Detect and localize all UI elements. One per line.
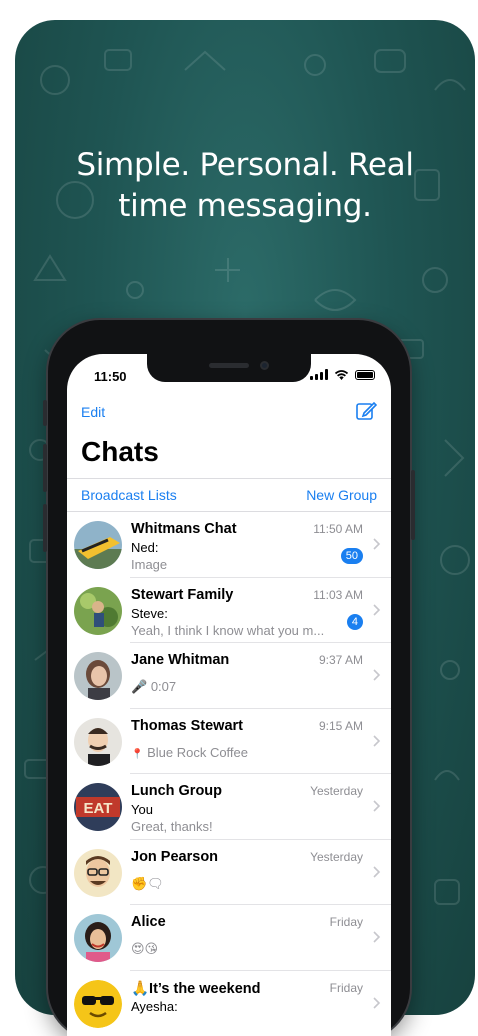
headline: Simple. Personal. Real time messaging.: [15, 145, 475, 227]
chevron-right-icon: [373, 800, 381, 812]
system-icons: [310, 369, 375, 380]
chat-sender: Steve:: [131, 605, 168, 621]
microphone-icon: 🎤: [131, 679, 148, 694]
chevron-right-icon: [373, 603, 381, 616]
unread-badge: 4: [346, 613, 363, 630]
compose-icon[interactable]: [355, 400, 377, 422]
new-group-link[interactable]: New Group: [306, 487, 377, 503]
location-pin-icon: 📍: [131, 748, 144, 760]
avatar: [74, 848, 122, 897]
chat-name: Lunch Group: [131, 783, 223, 799]
wifi-icon: [334, 370, 349, 380]
chat-preview: Image: [131, 557, 168, 572]
chat-preview: Great, thanks!: [131, 819, 213, 834]
chat-row-its-the-weekend[interactable]: 🙏It’s the weekend Friday Ayesha:: [67, 971, 391, 1036]
chat-time: 11:03 AM: [313, 587, 363, 602]
speaker: [209, 363, 249, 368]
chat-name: Jane Whitman: [131, 652, 230, 668]
chat-name: Alice: [131, 914, 166, 930]
status-time: 11:50: [94, 369, 127, 384]
chat-name: Stewart Family: [131, 586, 234, 603]
broadcast-lists-link[interactable]: Broadcast Lists: [81, 487, 177, 503]
volume-down-button: [43, 504, 47, 552]
avatar: [74, 521, 122, 569]
chat-row-lunch-group[interactable]: EAT Lunch Group Yesterday You Great, tha…: [67, 774, 391, 840]
chat-time: Yesterday: [310, 849, 363, 864]
chevron-right-icon: [373, 865, 381, 878]
chat-row-jane-whitman[interactable]: Jane Whitman 9:37 AM 🎤 0:07: [67, 643, 391, 709]
chat-row-stewart-family[interactable]: Stewart Family 11:03 AM Steve: Yeah, I t…: [67, 578, 391, 643]
chat-name: Thomas Stewart: [131, 717, 243, 734]
signal-icon: [310, 369, 328, 380]
chat-row-thomas-stewart[interactable]: Thomas Stewart 9:15 AM 📍 Blue Rock Coffe…: [67, 709, 391, 774]
front-camera: [260, 361, 269, 370]
list-actions: Broadcast Lists New Group: [67, 479, 391, 511]
svg-text:EAT: EAT: [84, 800, 113, 817]
chat-preview: Yeah, I think I know what you m...: [131, 622, 325, 638]
chat-time: Friday: [329, 915, 363, 929]
avatar: [74, 914, 122, 962]
phone-screen: 11:50 Edit Chats Broadcast Lists New Gro…: [67, 354, 391, 1036]
avatar: [74, 586, 122, 635]
chat-sender: Ned:: [131, 540, 159, 555]
chevron-right-icon: [373, 734, 381, 747]
avatar: [74, 652, 122, 700]
avatar: [74, 717, 122, 766]
unread-badge: 50: [340, 548, 363, 564]
chevron-right-icon: [373, 669, 381, 681]
chat-time: 9:37 AM: [318, 653, 363, 667]
mute-switch: [43, 400, 47, 426]
chat-time: 11:50 AM: [313, 522, 363, 536]
chat-preview: 📍 Blue Rock Coffee: [131, 745, 248, 760]
avatar: EAT: [74, 783, 122, 831]
notch: [147, 354, 311, 382]
chevron-right-icon: [373, 996, 381, 1009]
chat-time: Friday: [329, 980, 363, 995]
edit-button[interactable]: Edit: [81, 404, 105, 420]
chat-row-whitmans-chat[interactable]: Whitmans Chat 11:50 AM Ned: Image 50: [67, 512, 391, 578]
chat-sender: Ayesha:: [131, 998, 178, 1014]
chat-preview: 😍😘: [131, 941, 159, 956]
headline-line-2: time messaging.: [118, 188, 372, 224]
phone-frame: 11:50 Edit Chats Broadcast Lists New Gro…: [43, 320, 415, 1036]
chat-preview: ✊🗨: [131, 875, 164, 891]
chat-list: Whitmans Chat 11:50 AM Ned: Image 50 Ste…: [67, 512, 391, 1036]
chat-row-alice[interactable]: Alice Friday 😍😘: [67, 905, 391, 971]
chat-time: Yesterday: [310, 784, 363, 798]
chat-name: Jon Pearson: [131, 848, 219, 865]
location-name: Blue Rock Coffee: [147, 744, 249, 760]
chevron-right-icon: [373, 931, 381, 943]
chat-preview: 🎤 0:07: [131, 679, 176, 695]
headline-line-1: Simple. Personal. Real: [76, 147, 414, 183]
chat-name: Whitmans Chat: [131, 521, 237, 537]
chat-sender: You: [131, 802, 153, 817]
volume-up-button: [43, 444, 47, 492]
page-title: Chats: [81, 436, 159, 467]
voice-duration: 0:07: [150, 679, 177, 694]
chat-row-jon-pearson[interactable]: Jon Pearson Yesterday ✊🗨: [67, 840, 391, 905]
chevron-right-icon: [373, 538, 381, 550]
chat-name: 🙏It’s the weekend: [131, 980, 261, 997]
power-button: [411, 470, 415, 540]
avatar: [74, 979, 122, 1028]
chat-time: 9:15 AM: [318, 718, 363, 733]
battery-icon: [355, 369, 375, 380]
